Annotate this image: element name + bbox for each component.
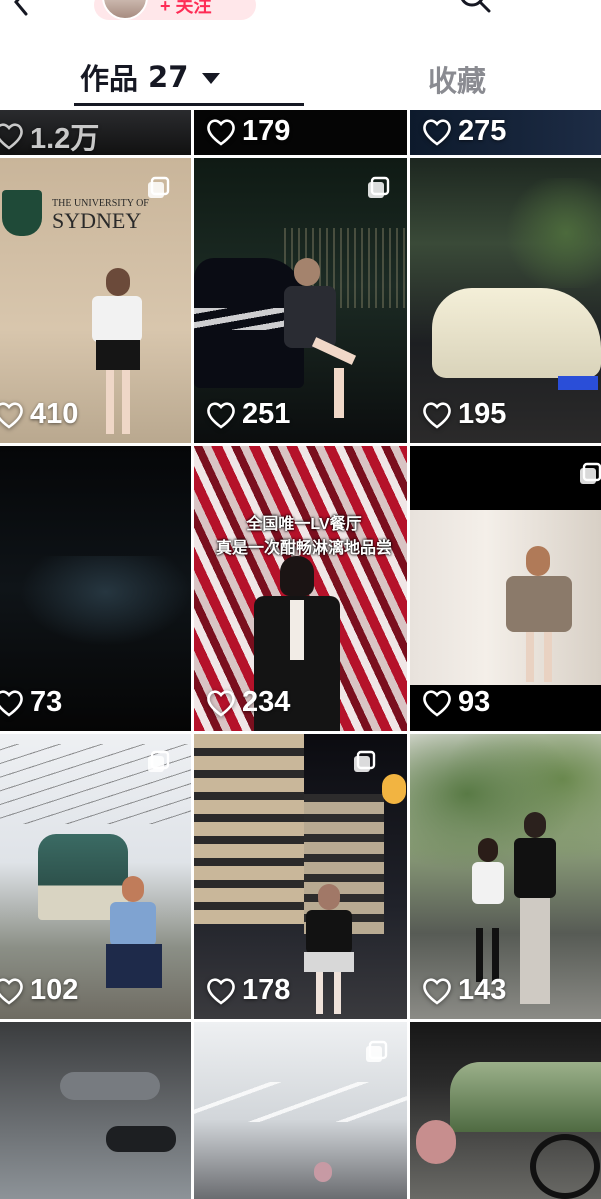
follow-label: + 关注 <box>160 0 212 16</box>
search-icon[interactable] <box>458 0 494 14</box>
multi-image-icon <box>148 750 170 772</box>
person-figure <box>308 1162 338 1199</box>
heart-icon <box>0 123 23 150</box>
video-thumbnail[interactable] <box>194 1022 407 1199</box>
like-count: 73 <box>0 686 62 719</box>
multi-image-icon <box>148 176 170 198</box>
person-figure <box>104 876 164 1016</box>
video-thumbnail[interactable]: 全国唯一LV餐厅 真是一次酣畅淋漓地品尝 234 <box>194 446 407 731</box>
heart-icon <box>423 689 451 717</box>
university-crest <box>2 190 42 236</box>
multi-image-icon <box>354 750 376 772</box>
top-bar: + 关注 <box>0 0 601 24</box>
heart-icon <box>0 977 23 1005</box>
tab-favorites[interactable]: 收藏 <box>428 58 486 100</box>
like-count: 195 <box>422 398 506 431</box>
video-thumbnail[interactable]: 251 <box>194 158 407 443</box>
like-count: 410 <box>0 398 78 431</box>
street-sign <box>382 774 406 804</box>
like-count: 1.2万 <box>0 115 99 155</box>
person-figure <box>506 546 572 686</box>
sports-car <box>432 288 601 378</box>
rearview-mirror <box>106 1126 176 1152</box>
video-thumbnail[interactable]: 179 <box>194 110 407 155</box>
follow-button[interactable]: + 关注 <box>94 0 256 20</box>
license-plate <box>558 376 598 390</box>
like-count: 234 <box>206 686 290 719</box>
video-thumbnail[interactable]: 1.2万 <box>0 110 191 155</box>
heart-icon <box>207 977 235 1005</box>
chevron-left-icon[interactable] <box>6 0 34 16</box>
person-figure <box>88 268 146 438</box>
caret-down-icon[interactable] <box>202 72 221 84</box>
heart-icon <box>207 401 235 429</box>
heart-icon <box>423 118 451 146</box>
video-grid: 1.2万 179 275 THE UNIVERSITY OF SYDNEY 41… <box>0 110 601 1199</box>
heart-icon <box>423 401 451 429</box>
person-figure <box>470 838 506 988</box>
avatar[interactable] <box>102 0 148 20</box>
car-ceiling <box>60 1072 160 1100</box>
video-thumbnail[interactable]: 73 <box>0 446 191 731</box>
tab-works-label: 作品 <box>80 64 139 96</box>
tab-works[interactable]: 作品 27 <box>80 56 221 98</box>
like-count: 179 <box>206 115 290 148</box>
sign-text-bottom: SYDNEY <box>52 208 142 233</box>
windshield-view <box>450 1062 601 1132</box>
video-thumbnail[interactable] <box>410 1022 601 1199</box>
active-tab-indicator <box>74 103 304 106</box>
profile-tabs: 作品 27 收藏 <box>0 48 601 110</box>
multi-image-icon <box>368 176 390 198</box>
video-thumbnail[interactable]: 102 <box>0 734 191 1019</box>
ceiling-lights <box>194 1082 407 1122</box>
person-figure <box>410 1120 470 1199</box>
person-figure <box>512 812 558 1012</box>
heart-icon <box>207 689 235 717</box>
like-count: 251 <box>206 398 290 431</box>
video-thumbnail[interactable]: 275 <box>410 110 601 155</box>
heart-icon <box>0 689 23 717</box>
video-thumbnail[interactable] <box>0 1022 191 1199</box>
car-interior <box>20 556 191 646</box>
video-thumbnail[interactable]: 195 <box>410 158 601 443</box>
like-count: 102 <box>0 974 78 1007</box>
multi-image-icon <box>580 462 601 484</box>
video-thumbnail[interactable]: 143 <box>410 734 601 1019</box>
tab-works-count: 27 <box>148 60 189 94</box>
like-count: 275 <box>422 115 506 148</box>
heart-icon <box>207 118 235 146</box>
like-count: 178 <box>206 974 290 1007</box>
heart-icon <box>0 401 23 429</box>
multi-image-icon <box>366 1040 388 1062</box>
steering-wheel <box>530 1134 600 1199</box>
trees <box>500 178 601 288</box>
video-thumbnail[interactable]: 93 <box>410 446 601 731</box>
video-thumbnail[interactable]: 178 <box>194 734 407 1019</box>
video-thumbnail[interactable]: THE UNIVERSITY OF SYDNEY 410 <box>0 158 191 443</box>
video-caption: 全国唯一LV餐厅 真是一次酣畅淋漓地品尝 <box>215 516 392 557</box>
heart-icon <box>423 977 451 1005</box>
person-figure <box>302 884 356 1016</box>
building <box>194 734 304 924</box>
like-count: 93 <box>422 686 490 719</box>
like-count: 143 <box>422 974 506 1007</box>
